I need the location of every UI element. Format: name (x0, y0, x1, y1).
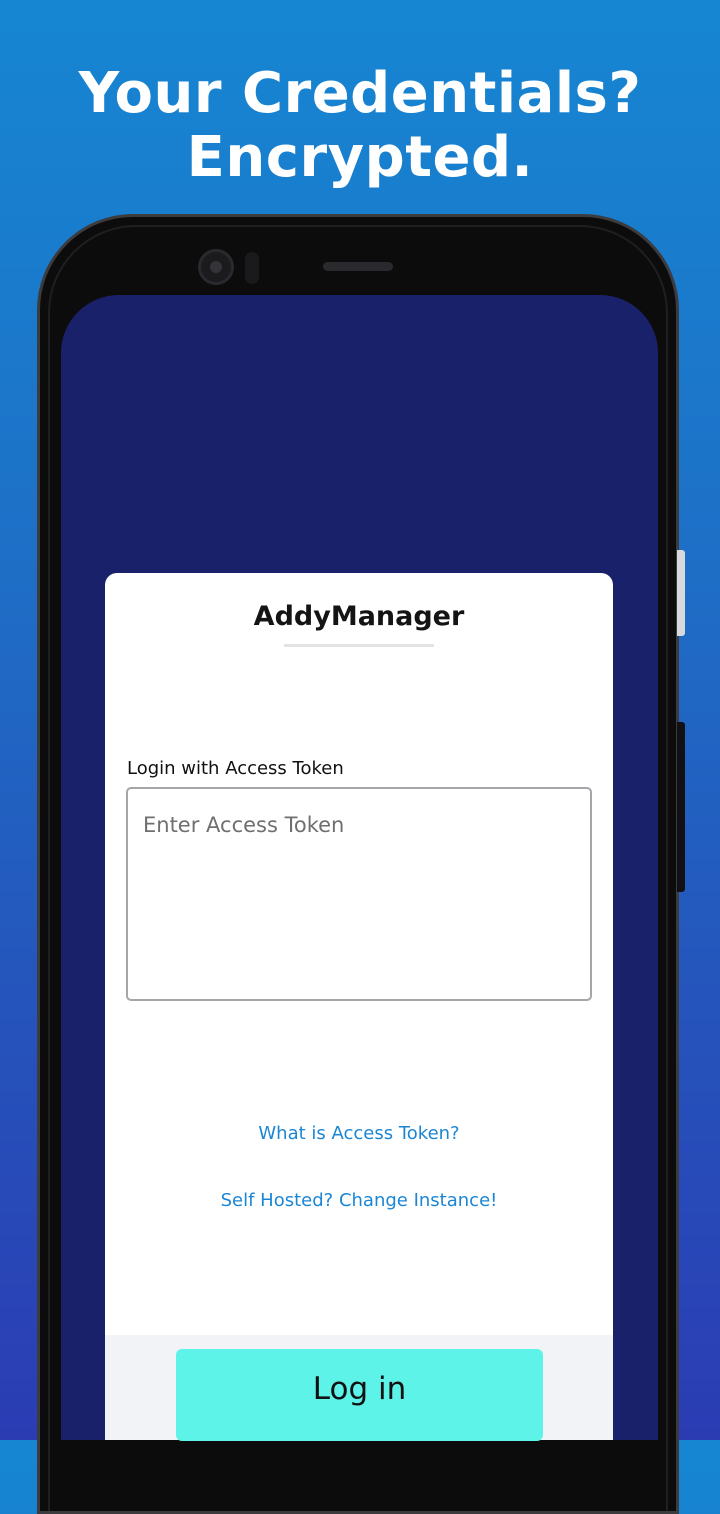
what-is-access-token-link[interactable]: What is Access Token? (105, 1123, 613, 1144)
phone-volume-button (677, 722, 685, 892)
earpiece-speaker (323, 262, 393, 271)
app-title: AddyManager (253, 601, 465, 632)
login-footer: Log in (105, 1335, 613, 1441)
title-divider (284, 644, 434, 647)
change-instance-link[interactable]: Self Hosted? Change Instance! (105, 1190, 613, 1211)
front-camera-icon (198, 249, 234, 285)
proximity-sensor (245, 252, 259, 284)
login-button[interactable]: Log in (176, 1349, 543, 1441)
headline-line-2: Encrypted. (186, 125, 534, 190)
headline-line-1: Your Credentials? (78, 61, 642, 126)
access-token-input[interactable] (126, 787, 592, 1001)
login-card: AddyManager Login with Access Token What… (105, 573, 613, 1441)
access-token-label: Login with Access Token (127, 758, 344, 779)
promo-headline: Your Credentials? Encrypted. (0, 62, 720, 190)
phone-power-button (677, 550, 685, 636)
